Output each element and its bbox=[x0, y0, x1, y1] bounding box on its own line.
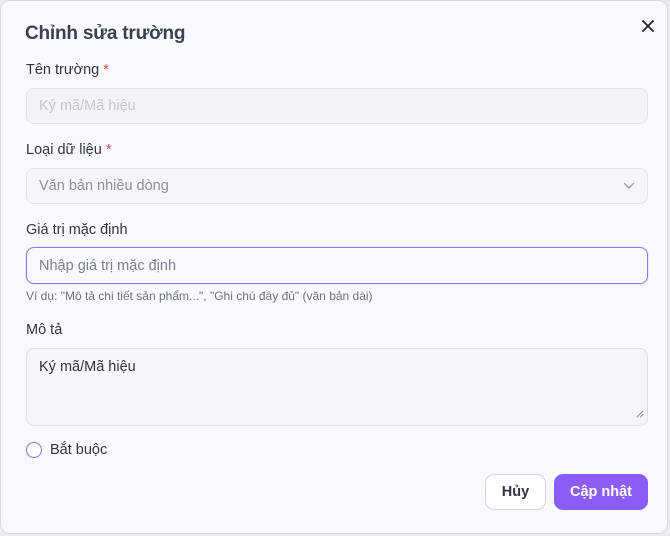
required-star: * bbox=[103, 62, 109, 78]
default-value-input[interactable] bbox=[26, 247, 648, 284]
edit-field-dialog: Chỉnh sửa trường Tên trường* Loại dữ liệ… bbox=[0, 0, 668, 534]
update-button[interactable]: Cập nhật bbox=[554, 474, 648, 510]
default-value-label: Giá trị mặc định bbox=[26, 222, 128, 238]
field-name-label: Tên trường * bbox=[26, 62, 109, 78]
resize-handle-icon[interactable] bbox=[636, 405, 644, 423]
required-star: * bbox=[105, 142, 112, 158]
data-type-label-text: Loại dữ liệu bbox=[26, 142, 102, 158]
dialog-title: Chỉnh sửa trường bbox=[25, 23, 186, 44]
description-textarea[interactable]: Ký mã/Mã hiệu bbox=[26, 348, 648, 426]
close-icon[interactable] bbox=[639, 17, 657, 35]
description-wrapper: Ký mã/Mã hiệu bbox=[26, 348, 648, 426]
default-value-hint: Ví dụ: "Mô tả chi tiết sản phẩm...", "Gh… bbox=[26, 289, 373, 303]
chevron-down-icon bbox=[623, 182, 635, 190]
cancel-button[interactable]: Hủy bbox=[485, 474, 546, 510]
description-label: Mô tả bbox=[26, 322, 63, 338]
data-type-label: Loại dữ liệu * bbox=[26, 142, 111, 158]
field-name-label-text: Tên trường bbox=[26, 62, 100, 78]
field-name-input[interactable] bbox=[26, 88, 648, 124]
required-checkbox-label[interactable]: Bắt buộc bbox=[50, 442, 107, 458]
data-type-value: Văn bản nhiều dòng bbox=[39, 178, 169, 194]
required-checkbox[interactable] bbox=[26, 442, 42, 458]
data-type-select[interactable]: Văn bản nhiều dòng bbox=[26, 168, 648, 204]
